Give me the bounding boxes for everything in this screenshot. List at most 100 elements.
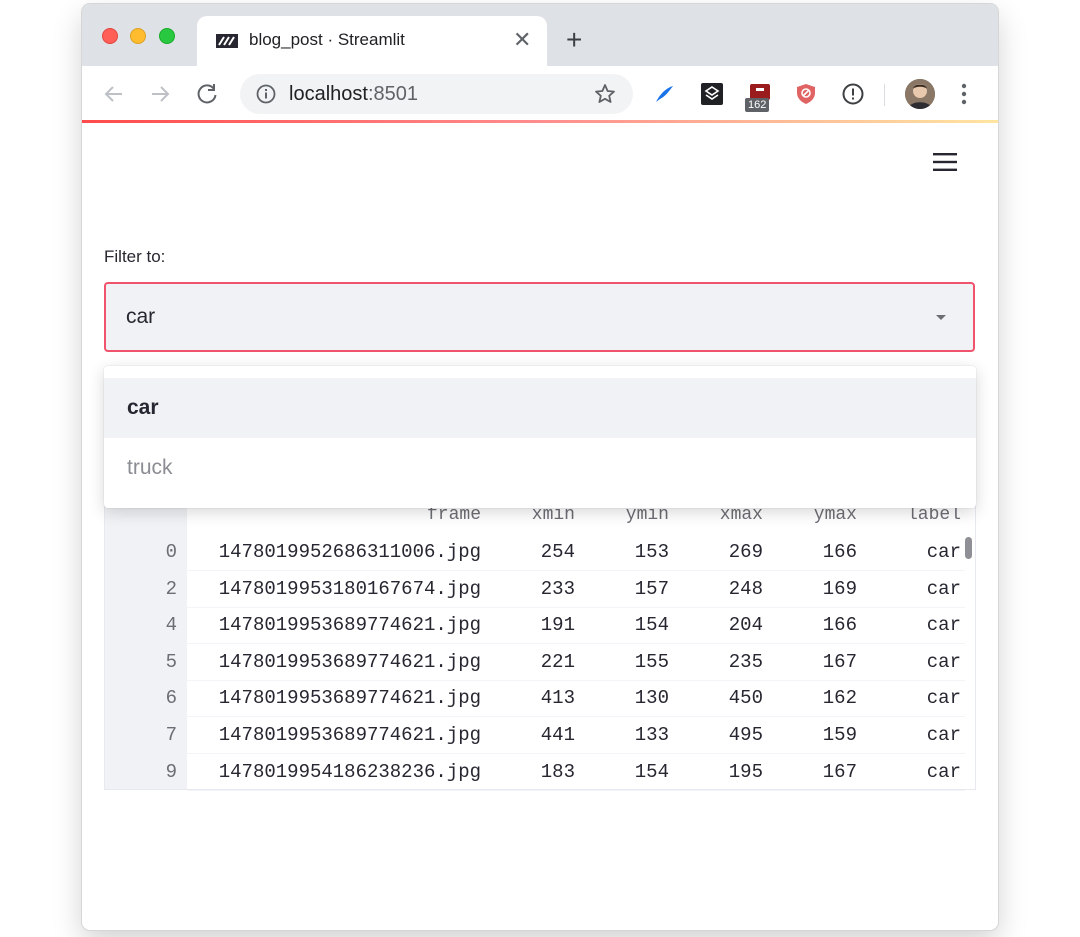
table-cell-label[interactable]: car <box>881 687 961 709</box>
hamburger-menu-icon[interactable] <box>933 152 957 172</box>
table-cell-xmax[interactable]: 248 <box>693 578 763 600</box>
extension-badge: 162 <box>745 98 770 112</box>
chevron-down-icon[interactable] <box>936 315 946 320</box>
kebab-menu-icon[interactable] <box>958 83 970 105</box>
table-row[interactable]: 7 1478019953689774621.jpg 441 133 495 159 car <box>105 718 965 754</box>
table-cell-frame[interactable]: 1478019953689774621.jpg <box>205 724 481 746</box>
table-cell-xmin[interactable]: 254 <box>505 541 575 563</box>
browser-window: blog_post · Streamlit ✕ + localhost:8501 <box>82 4 998 930</box>
table-cell-index[interactable]: 2 <box>105 578 177 600</box>
table-row[interactable]: 5 1478019953689774621.jpg 221 155 235 167 car <box>105 645 965 681</box>
url-port: :8501 <box>367 83 418 105</box>
column-header-label[interactable]: label <box>881 505 961 525</box>
reload-icon[interactable] <box>193 80 221 108</box>
dropdown-option-label: car <box>127 396 159 419</box>
table-row[interactable]: 0 1478019952686311006.jpg 254 153 269 166 car <box>105 535 965 571</box>
tab-title: blog_post · Streamlit <box>249 30 405 49</box>
table-cell-ymax[interactable]: 159 <box>787 724 857 746</box>
table-row[interactable]: 6 1478019953689774621.jpg 413 130 450 162 car <box>105 681 965 718</box>
table-cell-ymin[interactable]: 153 <box>599 541 669 563</box>
profile-avatar[interactable] <box>905 79 935 109</box>
table-cell-index[interactable]: 9 <box>105 761 177 783</box>
table-cell-xmax[interactable]: 195 <box>693 761 763 783</box>
column-header-ymax[interactable]: ymax <box>787 505 857 525</box>
table-cell-ymin[interactable]: 154 <box>599 614 669 636</box>
info-icon[interactable] <box>256 84 276 104</box>
forward-arrow-icon[interactable] <box>146 80 174 108</box>
table-cell-frame[interactable]: 1478019953689774621.jpg <box>205 651 481 673</box>
table-cell-xmin[interactable]: 441 <box>505 724 575 746</box>
table-cell-label[interactable]: car <box>881 578 961 600</box>
bookmark-star-icon[interactable] <box>594 83 616 105</box>
table-cell-ymax[interactable]: 166 <box>787 614 857 636</box>
dataframe-scrollbar[interactable] <box>965 537 972 559</box>
table-cell-label[interactable]: car <box>881 761 961 783</box>
column-header-ymin[interactable]: ymin <box>599 505 669 525</box>
table-cell-index[interactable]: 7 <box>105 724 177 746</box>
table-cell-xmax[interactable]: 204 <box>693 614 763 636</box>
filter-selectbox[interactable]: car <box>104 282 975 352</box>
url-text: localhost:8501 <box>289 83 418 106</box>
table-cell-label[interactable]: car <box>881 724 961 746</box>
streamlit-decoration-bar <box>82 120 998 123</box>
table-cell-xmax[interactable]: 235 <box>693 651 763 673</box>
table-row[interactable]: 9 1478019954186238236.jpg 183 154 195 167 car <box>105 755 965 791</box>
url-host: localhost <box>289 83 368 105</box>
tab-close-icon[interactable]: ✕ <box>513 28 531 52</box>
table-cell-ymin[interactable]: 157 <box>599 578 669 600</box>
minimize-window-button[interactable] <box>130 28 146 44</box>
table-cell-xmin[interactable]: 233 <box>505 578 575 600</box>
table-cell-xmax[interactable]: 495 <box>693 724 763 746</box>
dropdown-option-label: truck <box>127 456 173 479</box>
table-cell-ymax[interactable]: 167 <box>787 761 857 783</box>
back-arrow-icon[interactable] <box>100 80 128 108</box>
table-cell-ymax[interactable]: 167 <box>787 651 857 673</box>
extension-layers-icon[interactable] <box>700 82 724 106</box>
dataframe[interactable]: frame xmin ymin xmax ymax label 0 1478019… <box>104 496 976 791</box>
tab-blog-post[interactable]: blog_post · Streamlit ✕ <box>197 16 547 66</box>
browser-toolbar: localhost:8501 162 <box>82 66 998 122</box>
table-cell-label[interactable]: car <box>881 541 961 563</box>
table-cell-index[interactable]: 6 <box>105 687 177 709</box>
extension-feather-icon[interactable] <box>652 82 676 106</box>
table-cell-label[interactable]: car <box>881 614 961 636</box>
table-cell-ymax[interactable]: 162 <box>787 687 857 709</box>
table-cell-frame[interactable]: 1478019952686311006.jpg <box>205 541 481 563</box>
close-window-button[interactable] <box>102 28 118 44</box>
table-cell-index[interactable]: 4 <box>105 614 177 636</box>
table-cell-ymin[interactable]: 155 <box>599 651 669 673</box>
streamlit-favicon-icon <box>216 34 238 48</box>
table-cell-ymin[interactable]: 154 <box>599 761 669 783</box>
column-header-xmax[interactable]: xmax <box>693 505 763 525</box>
toolbar-separator <box>884 84 885 106</box>
table-cell-ymin[interactable]: 133 <box>599 724 669 746</box>
table-cell-ymax[interactable]: 169 <box>787 578 857 600</box>
table-cell-index[interactable]: 5 <box>105 651 177 673</box>
table-cell-xmin[interactable]: 221 <box>505 651 575 673</box>
table-cell-xmax[interactable]: 269 <box>693 541 763 563</box>
table-cell-frame[interactable]: 1478019953689774621.jpg <box>205 687 481 709</box>
maximize-window-button[interactable] <box>159 28 175 44</box>
dropdown-option-car[interactable]: car <box>104 378 976 438</box>
table-cell-label[interactable]: car <box>881 651 961 673</box>
table-cell-frame[interactable]: 1478019954186238236.jpg <box>205 761 481 783</box>
filter-dropdown-menu: car truck <box>104 366 976 508</box>
table-row[interactable]: 4 1478019953689774621.jpg 191 154 204 166 car <box>105 608 965 645</box>
dropdown-option-truck[interactable]: truck <box>104 438 976 498</box>
table-cell-frame[interactable]: 1478019953689774621.jpg <box>205 614 481 636</box>
table-cell-ymin[interactable]: 130 <box>599 687 669 709</box>
table-cell-xmin[interactable]: 413 <box>505 687 575 709</box>
table-row[interactable]: 2 1478019953180167674.jpg 233 157 248 169 car <box>105 572 965 608</box>
column-header-xmin[interactable]: xmin <box>505 505 575 525</box>
column-header-frame[interactable]: frame <box>355 505 481 525</box>
extension-shield-icon[interactable] <box>794 82 818 106</box>
address-bar[interactable]: localhost:8501 <box>240 74 633 114</box>
table-cell-xmin[interactable]: 191 <box>505 614 575 636</box>
extension-info-icon[interactable] <box>841 82 865 106</box>
table-cell-index[interactable]: 0 <box>105 541 177 563</box>
table-cell-ymax[interactable]: 166 <box>787 541 857 563</box>
table-cell-frame[interactable]: 1478019953180167674.jpg <box>205 578 481 600</box>
table-cell-xmax[interactable]: 450 <box>693 687 763 709</box>
new-tab-button[interactable]: + <box>566 26 582 54</box>
table-cell-xmin[interactable]: 183 <box>505 761 575 783</box>
